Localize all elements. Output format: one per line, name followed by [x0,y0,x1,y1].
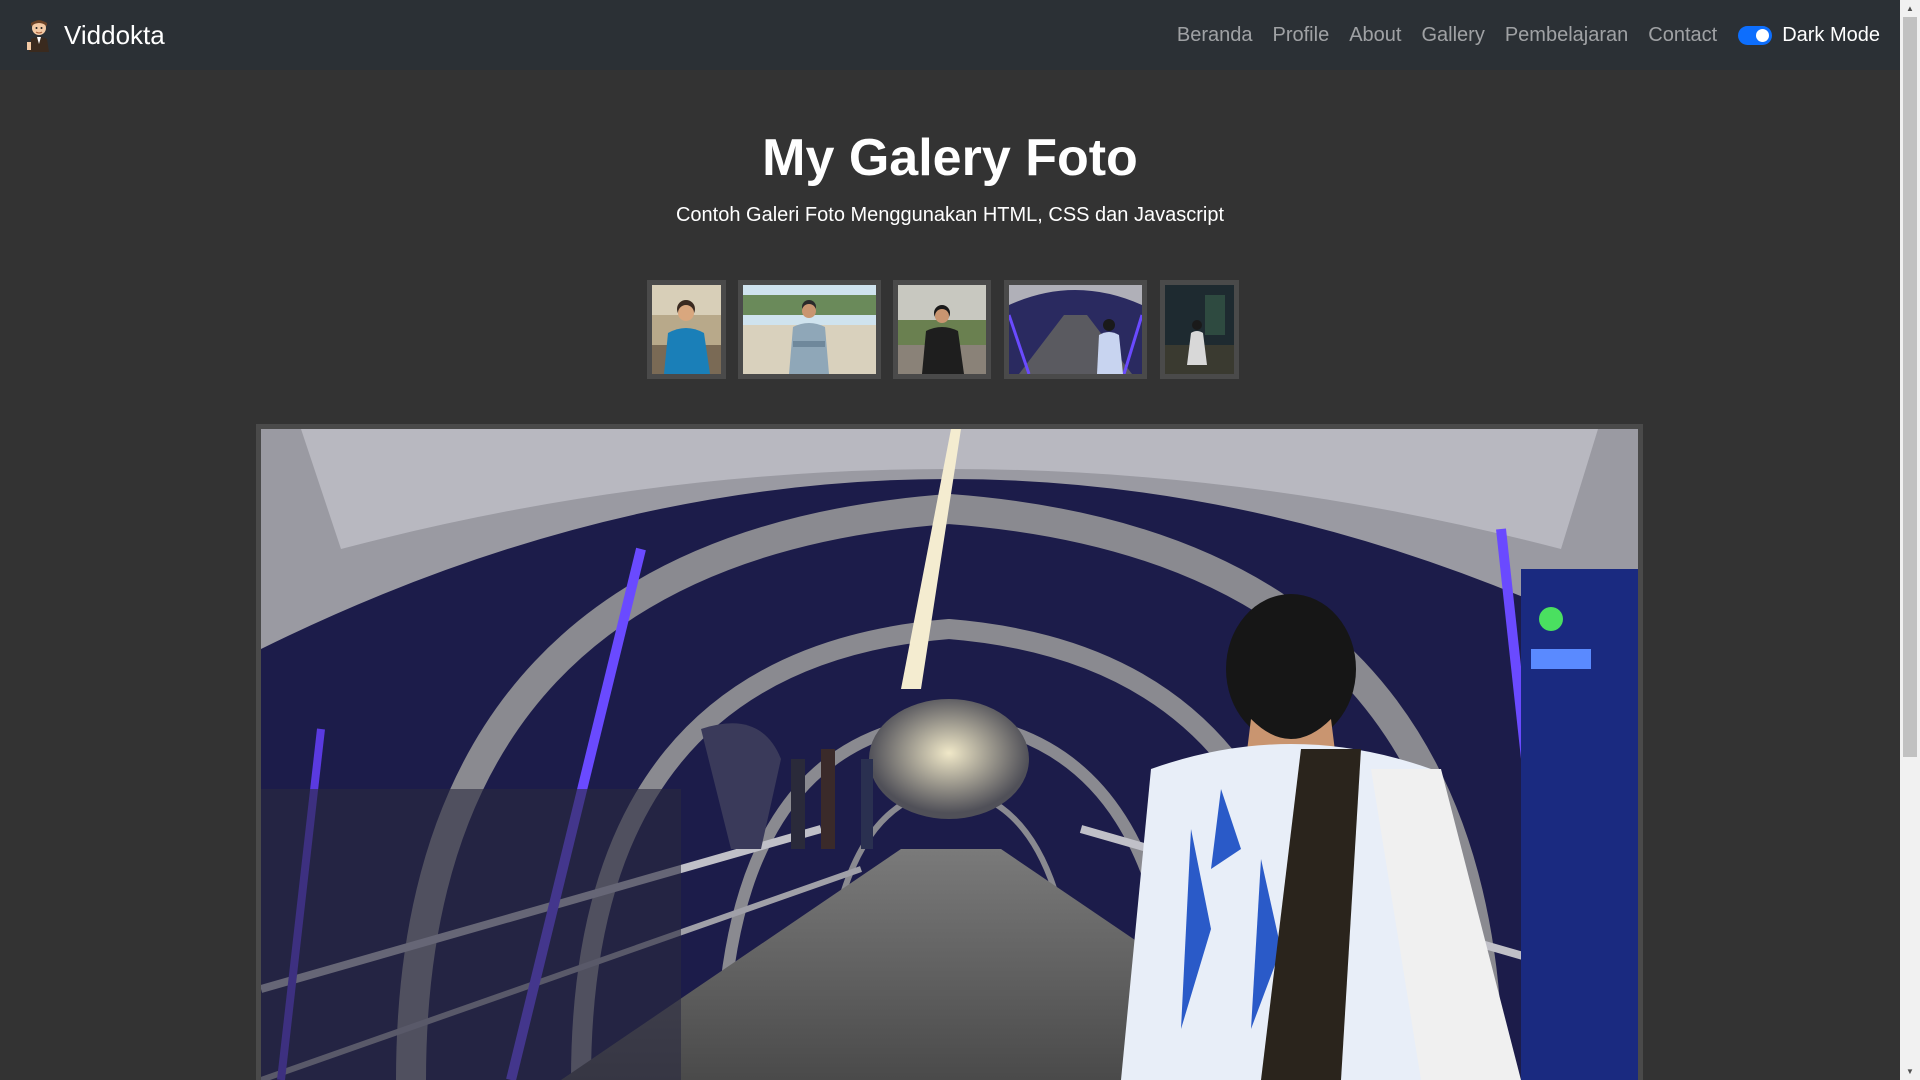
brand-logo-icon [27,20,49,52]
dark-mode-switch: Dark Mode [1738,24,1880,47]
gallery-thumbnail[interactable] [738,280,881,379]
dark-mode-toggle[interactable] [1738,25,1773,45]
nav-links: Beranda Profile About Gallery Pembelajar… [1177,24,1717,47]
photo-thumbnail-image [743,285,876,374]
nav-right: Beranda Profile About Gallery Pembelajar… [1177,24,1880,47]
page-title: My Galery Foto [762,129,1138,187]
toggle-knob [1756,28,1770,42]
nav-link-gallery[interactable]: Gallery [1421,24,1484,47]
page-subtitle: Contoh Galeri Foto Menggunakan HTML, CSS… [675,204,1225,226]
nav-link-pembelajaran[interactable]: Pembelajaran [1505,24,1628,47]
scrollbar-thumb[interactable] [1903,17,1917,757]
nav-link-contact[interactable]: Contact [1648,24,1717,47]
scroll-down-arrow-icon[interactable]: ▼ [1900,1063,1920,1080]
nav-link-beranda[interactable]: Beranda [1177,24,1253,47]
page-scrollbar[interactable]: ▲ ▼ [1900,0,1920,1080]
nav-link-profile[interactable]: Profile [1273,24,1330,47]
photo-thumbnail-image [898,285,986,374]
photo-thumbnail-image [652,285,721,374]
dark-mode-label[interactable]: Dark Mode [1782,24,1880,47]
brand-name: Viddokta [64,19,165,50]
photo-thumbnail-image [1009,285,1142,374]
main-photo-image [261,429,1638,1080]
gallery-thumbnail[interactable] [893,280,991,379]
gallery-thumbnail[interactable] [647,280,726,379]
navbar: Viddokta Beranda Profile About Gallery P… [0,0,1900,70]
nav-link-about[interactable]: About [1349,24,1401,47]
gallery-thumbnail[interactable] [1004,280,1147,379]
brand[interactable]: Viddokta [24,18,165,52]
gallery-thumbnail[interactable] [1160,280,1239,379]
scroll-up-arrow-icon[interactable]: ▲ [1900,0,1920,17]
main-photo [256,424,1643,1080]
photo-thumbnail-image [1165,285,1234,374]
